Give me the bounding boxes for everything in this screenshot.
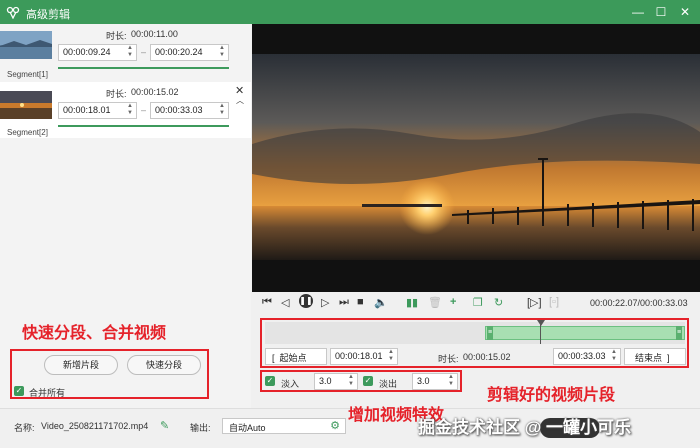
title-bar: 高级剪辑 — ☐ ✕ xyxy=(0,0,700,24)
mark-out-icon[interactable]: [▫] xyxy=(549,296,559,308)
collapse-icon[interactable]: ︿ xyxy=(236,95,244,106)
segment-end-field[interactable]: 00:00:33.03 ▲ ▼ xyxy=(150,102,229,119)
spin-arrows-icon[interactable]: ▲ ▼ xyxy=(609,349,619,364)
quick-split-button[interactable]: 快速分段 xyxy=(127,355,201,375)
video-preview[interactable] xyxy=(252,24,700,292)
duration-value: 00:00:11.00 xyxy=(131,29,178,39)
spin-arrows-icon[interactable]: ▲ ▼ xyxy=(346,374,356,389)
duration-label: 时长: xyxy=(106,89,127,99)
spin-arrows-icon[interactable]: ▲ ▼ xyxy=(125,45,135,60)
timeline-selection[interactable] xyxy=(485,326,685,340)
fade-out-label: 淡出 xyxy=(379,379,398,389)
bracket-icon: ] xyxy=(667,353,670,363)
bracket-icon: [ xyxy=(272,353,275,363)
fade-in-label: 淡入 xyxy=(281,379,300,389)
fade-in-checkbox[interactable]: ✓ xyxy=(265,376,275,386)
segment-start-field[interactable]: 00:00:18.01 ▲ ▼ xyxy=(58,102,137,119)
segment-range-bar xyxy=(58,125,229,127)
spin-arrows-icon[interactable]: ▲ ▼ xyxy=(217,45,227,60)
duration-label: 时长: xyxy=(106,31,127,41)
segment-label: Segment[2] xyxy=(7,128,48,137)
set-start-button[interactable]: [ 起始点 xyxy=(265,348,327,365)
volume-icon[interactable]: 🔈 xyxy=(374,296,388,309)
playback-time: 00:00:22.07/00:00:33.03 xyxy=(590,298,688,308)
delete-icon[interactable]: 🗑 xyxy=(428,296,442,309)
range-start-field[interactable]: 00:00:18.01 ▲ ▼ xyxy=(330,348,398,365)
range-dash: – xyxy=(141,105,147,115)
annotation-clip-result: 剪辑好的视频片段 xyxy=(487,387,616,404)
range-dash: – xyxy=(141,47,147,57)
duration-value: 00:00:15.02 xyxy=(131,87,179,97)
watermark-text: 掘金技术社区 @ 一罐小可乐 xyxy=(418,418,632,437)
spin-arrows-icon[interactable]: ▲ ▼ xyxy=(446,374,456,389)
reset-icon[interactable]: ↻ xyxy=(494,296,503,309)
merge-all-checkbox[interactable]: ✓ xyxy=(14,386,24,396)
spin-arrows-icon[interactable]: ▲ ▼ xyxy=(125,103,135,118)
fade-out-checkbox[interactable]: ✓ xyxy=(363,376,373,386)
mark-in-icon[interactable]: [▷] xyxy=(527,296,542,309)
segment-end-field[interactable]: 00:00:20.24 ▲ ▼ xyxy=(150,44,229,61)
copy-icon[interactable]: ❐ xyxy=(473,296,483,309)
output-filename: Video_250821171702.mp4 xyxy=(41,421,149,431)
range-end-field[interactable]: 00:00:33.03 ▲ ▼ xyxy=(553,348,621,365)
step-back-icon[interactable]: ◁ xyxy=(281,296,289,309)
range-duration-value: 00:00:15.02 xyxy=(463,352,511,362)
window-title: 高级剪辑 xyxy=(26,9,70,21)
segment-thumbnail xyxy=(0,91,52,119)
skip-start-icon[interactable]: ⏮ xyxy=(262,296,272,309)
spin-arrows-icon[interactable]: ▲ ▼ xyxy=(217,103,227,118)
annotation-split-merge: 快速分段、合并视频 xyxy=(22,325,167,342)
add-segment-button[interactable]: 新增片段 xyxy=(44,355,118,375)
segment-range-bar xyxy=(58,67,229,69)
segment-label: Segment[1] xyxy=(7,70,48,79)
segment-start-field[interactable]: 00:00:09.24 ▲ ▼ xyxy=(58,44,137,61)
app-logo-icon xyxy=(6,6,20,19)
edit-name-icon[interactable]: ✎ xyxy=(160,419,169,432)
settings-gear-icon[interactable]: ⚙ xyxy=(330,419,340,432)
segment-item-2[interactable]: Segment[2] 时长: 00:00:15.02 ✕ ︿ 00:00:18.… xyxy=(0,82,251,138)
add-icon[interactable]: + xyxy=(450,296,456,308)
close-window-icon[interactable]: ✕ xyxy=(675,3,695,21)
stop-icon[interactable]: ■ xyxy=(357,296,364,308)
playhead-marker-icon xyxy=(537,320,545,326)
output-select[interactable]: 自动Auto ⚙ xyxy=(222,418,346,434)
skip-end-icon[interactable]: ⏭ xyxy=(339,296,349,309)
merge-all-label: 合并所有 xyxy=(29,388,66,398)
minimize-icon[interactable]: — xyxy=(628,3,648,21)
fade-out-field[interactable]: 3.0 ▲ ▼ xyxy=(412,373,458,390)
segment-item-1[interactable]: Segment[1] 时长: 00:00:11.00 00:00:09.24 ▲ ▼… xyxy=(0,24,251,80)
range-duration-label: 时长: xyxy=(438,354,459,364)
timeline-handle-end[interactable]: ≡ xyxy=(676,326,682,340)
pause-icon[interactable]: ❚❚ xyxy=(299,294,313,308)
timeline-handle-start[interactable]: ≡ xyxy=(487,326,493,340)
set-end-button[interactable]: 结束点 ] xyxy=(624,348,686,365)
output-label: 输出: xyxy=(190,423,211,433)
segment-thumbnail xyxy=(0,31,52,59)
name-label: 名称: xyxy=(14,423,35,433)
maximize-icon[interactable]: ☐ xyxy=(651,3,671,21)
split-icon[interactable]: ▮▮ xyxy=(406,296,418,309)
step-forward-icon[interactable]: ▷ xyxy=(321,296,329,309)
spin-arrows-icon[interactable]: ▲ ▼ xyxy=(386,349,396,364)
fade-in-field[interactable]: 3.0 ▲ ▼ xyxy=(314,373,358,390)
